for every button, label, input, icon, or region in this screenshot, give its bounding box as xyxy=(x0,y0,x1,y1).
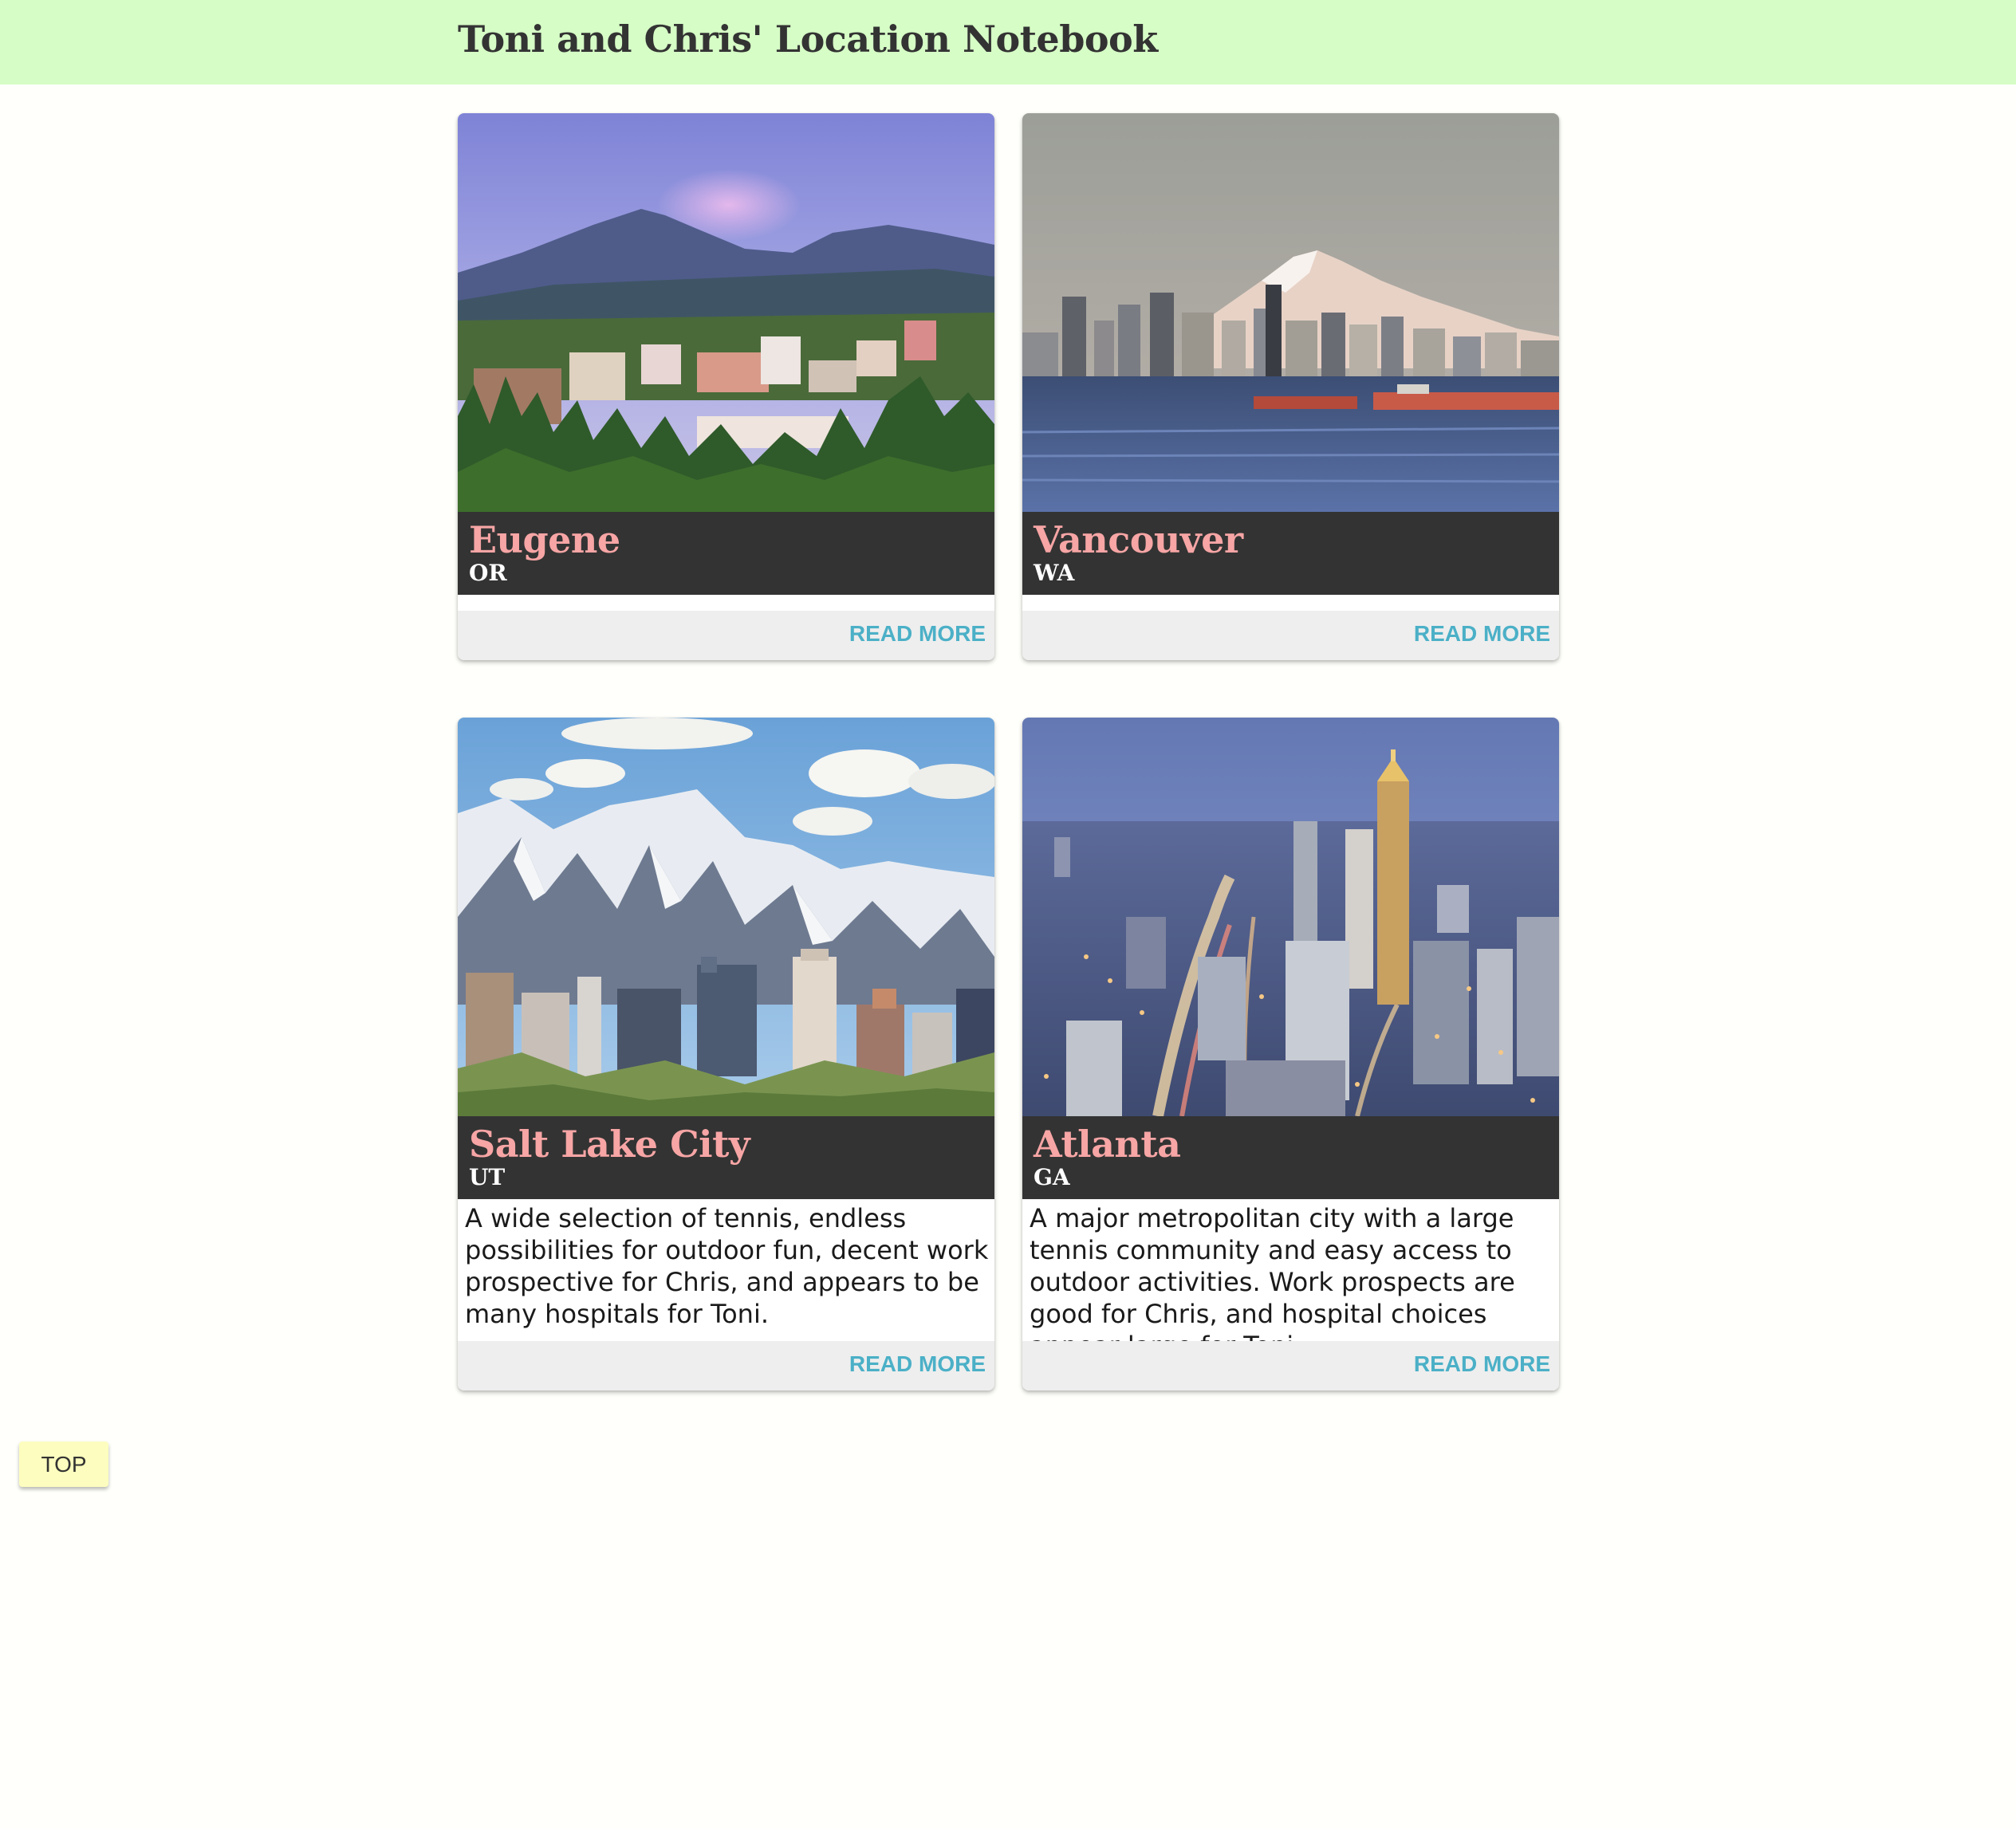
page-header: Toni and Chris' Location Notebook xyxy=(0,0,2016,85)
atlanta-photo xyxy=(1022,718,1559,1116)
card-state-abbr: OR xyxy=(469,560,507,586)
card-state-abbr: UT xyxy=(469,1164,506,1190)
card-state-abbr: GA xyxy=(1034,1164,1070,1190)
location-card-salt-lake-city: Salt Lake City UT A wide selection of te… xyxy=(458,718,994,1390)
eugene-photo xyxy=(458,113,994,512)
card-footer: READ MORE xyxy=(1022,1341,1559,1390)
card-footer: READ MORE xyxy=(1022,611,1559,660)
read-more-link[interactable]: READ MORE xyxy=(849,621,986,647)
vancouver-photo xyxy=(1022,113,1559,512)
card-state-abbr: WA xyxy=(1034,560,1075,586)
card-title-bar: Atlanta GA xyxy=(1022,1116,1559,1199)
read-more-link[interactable]: READ MORE xyxy=(849,1351,986,1377)
card-description: A major metropolitan city with a large t… xyxy=(1030,1203,1515,1361)
card-footer: READ MORE xyxy=(458,1341,994,1390)
card-title-bar: Salt Lake City UT xyxy=(458,1116,994,1199)
page-title: Toni and Chris' Location Notebook xyxy=(458,18,1158,61)
read-more-link[interactable]: READ MORE xyxy=(1414,621,1550,647)
card-title-bar: Vancouver WA xyxy=(1022,512,1559,595)
card-description: A wide selection of tennis, endless poss… xyxy=(465,1203,989,1329)
card-title-bar: Eugene OR xyxy=(458,512,994,595)
card-footer: READ MORE xyxy=(458,611,994,660)
location-card-vancouver: Vancouver WA READ MORE xyxy=(1022,113,1559,660)
salt-lake-city-photo xyxy=(458,718,994,1116)
card-city-name: Atlanta xyxy=(1034,1123,1181,1166)
top-button[interactable]: TOP xyxy=(19,1442,108,1487)
card-city-name: Vancouver xyxy=(1034,518,1243,561)
card-city-name: Salt Lake City xyxy=(469,1123,750,1166)
location-card-atlanta: Atlanta GA A major metropolitan city wit… xyxy=(1022,718,1559,1390)
card-city-name: Eugene xyxy=(469,518,620,561)
read-more-link[interactable]: READ MORE xyxy=(1414,1351,1550,1377)
location-card-eugene: Eugene OR READ MORE xyxy=(458,113,994,660)
